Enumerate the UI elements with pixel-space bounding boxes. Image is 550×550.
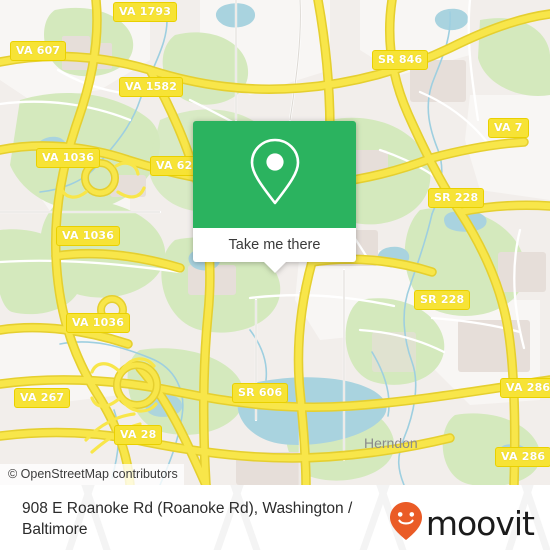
moovit-pin-smile-icon <box>389 501 423 546</box>
road-shield: VA 286 <box>495 447 550 467</box>
footer-bar: 908 E Roanoke Rd (Roanoke Rd), Washingto… <box>0 485 550 550</box>
moovit-wordmark: moovit <box>425 504 535 543</box>
road-shield: VA 286 <box>500 378 550 398</box>
road-shield: VA 1582 <box>119 77 184 97</box>
road-shield: SR 228 <box>428 188 485 208</box>
popup-image-area <box>193 121 356 228</box>
map-canvas[interactable]: VA 1793 SR 846 VA 607 VA 1582 VA 7 VA 10… <box>0 0 550 485</box>
map-pin-icon <box>246 136 304 213</box>
popup-tail-icon <box>263 262 286 273</box>
place-label-herndon: Herndon <box>364 435 418 451</box>
road-shield: VA 28 <box>114 425 163 445</box>
road-shield: VA 1793 <box>113 2 178 22</box>
map-popup[interactable]: Take me there <box>193 121 356 273</box>
map-screenshot: VA 1793 SR 846 VA 607 VA 1582 VA 7 VA 10… <box>0 0 550 550</box>
road-shield: SR 228 <box>414 290 471 310</box>
osm-attribution[interactable]: © OpenStreetMap contributors <box>0 464 184 485</box>
moovit-logo[interactable]: moovit <box>389 501 535 546</box>
popup-action-label: Take me there <box>228 237 321 253</box>
road-shield: VA 607 <box>10 41 67 61</box>
road-shield: VA 1036 <box>66 313 131 333</box>
road-shield: SR 606 <box>232 383 289 403</box>
road-shield: VA 1036 <box>36 148 101 168</box>
address-text: 908 E Roanoke Rd (Roanoke Rd), Washingto… <box>22 500 353 538</box>
road-shield: VA 1036 <box>56 226 121 246</box>
road-shield: VA 7 <box>488 118 529 138</box>
road-shield: VA 267 <box>14 388 71 408</box>
popup-action-bar[interactable]: Take me there <box>193 228 356 273</box>
road-shield: SR 846 <box>372 50 429 70</box>
